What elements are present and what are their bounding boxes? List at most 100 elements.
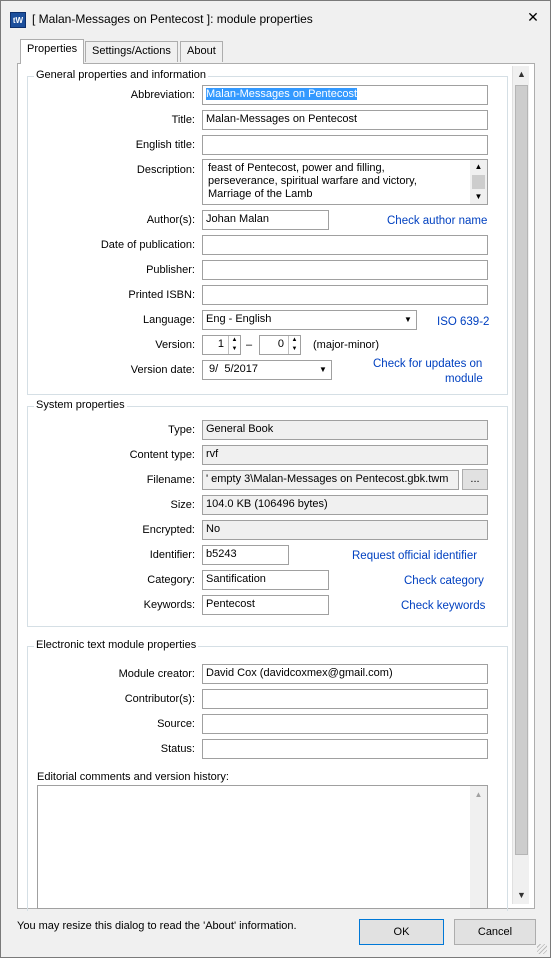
category-label: Category: xyxy=(147,574,195,586)
app-icon: tW xyxy=(10,12,26,28)
description-textarea[interactable]: feast of Pentecost, power and filling, p… xyxy=(202,159,488,205)
abbreviation-label: Abbreviation: xyxy=(130,89,195,101)
scroll-down-icon[interactable]: ▼ xyxy=(513,887,530,904)
category-input[interactable]: Santification xyxy=(202,570,329,590)
ok-button[interactable]: OK xyxy=(359,919,444,945)
description-line: perseverance, spiritual warfare and vict… xyxy=(208,175,417,187)
spin-down-icon[interactable]: ▼ xyxy=(229,345,240,354)
printed-isbn-label: Printed ISBN: xyxy=(128,289,195,301)
request-official-identifier-link[interactable]: Request official identifier xyxy=(352,550,477,562)
status-input[interactable] xyxy=(202,739,488,759)
authors-input[interactable]: Johan Malan xyxy=(202,210,329,230)
language-value: Eng - English xyxy=(206,313,272,325)
resize-grip-icon[interactable] xyxy=(537,944,547,954)
content-type-field: rvf xyxy=(202,445,488,465)
version-date-picker[interactable]: 9/ 5/2017 ▼ xyxy=(202,360,332,380)
iso-639-2-link[interactable]: ISO 639-2 xyxy=(437,316,489,328)
chevron-down-icon[interactable]: ▼ xyxy=(315,361,331,379)
chevron-down-icon[interactable]: ▼ xyxy=(400,311,416,329)
description-label: Description: xyxy=(136,164,195,176)
version-major-spin[interactable]: ▲ ▼ xyxy=(228,336,240,354)
printed-isbn-input[interactable] xyxy=(202,285,488,305)
source-input[interactable] xyxy=(202,714,488,734)
abbreviation-input[interactable]: Malan-Messages on Pentecost xyxy=(202,85,488,105)
tab-properties[interactable]: Properties xyxy=(20,39,85,64)
title-input[interactable]: Malan-Messages on Pentecost xyxy=(202,110,488,130)
check-category-link[interactable]: Check category xyxy=(404,575,484,587)
version-date-label: Version date: xyxy=(130,364,195,376)
properties-scrollbar[interactable]: ▲ ▼ xyxy=(512,66,529,904)
tab-about[interactable]: About xyxy=(180,41,223,62)
scroll-thumb[interactable] xyxy=(515,85,528,855)
close-icon[interactable]: ✕ xyxy=(525,9,541,25)
keywords-input[interactable]: Pentecost xyxy=(202,595,329,615)
english-title-label: English title: xyxy=(135,139,195,151)
version-label: Version: xyxy=(155,339,195,351)
encrypted-label: Encrypted: xyxy=(142,524,195,536)
version-minor-value: 0 xyxy=(277,338,284,350)
publisher-input[interactable] xyxy=(202,260,488,280)
abbreviation-value: Malan-Messages on Pentecost xyxy=(206,88,358,100)
spin-down-icon[interactable]: ▼ xyxy=(289,345,300,354)
size-label: Size: xyxy=(170,499,195,511)
spin-up-icon[interactable]: ▲ xyxy=(289,336,300,345)
version-major-value: 1 xyxy=(217,338,224,350)
cancel-button[interactable]: Cancel xyxy=(454,919,536,945)
date-of-publication-label: Date of publication: xyxy=(100,239,195,251)
filename-label: Filename: xyxy=(146,474,195,486)
scroll-up-icon[interactable]: ▲ xyxy=(513,66,530,83)
version-minor-spin[interactable]: ▲ ▼ xyxy=(288,336,300,354)
description-text: feast of Pentecost, power and filling, p… xyxy=(208,162,468,201)
identifier-label: Identifier: xyxy=(149,549,195,561)
module-creator-input[interactable]: David Cox (davidcoxmex@gmail.com) xyxy=(202,664,488,684)
general-group-title: General properties and information xyxy=(34,69,208,81)
description-scrollbar[interactable]: ▲ ▼ xyxy=(470,160,487,204)
version-separator: – xyxy=(246,339,253,351)
version-minor-stepper[interactable]: 0 ▲ ▼ xyxy=(259,335,301,355)
version-hint: (major-minor) xyxy=(313,339,379,351)
description-line: feast of Pentecost, power and filling, xyxy=(208,162,385,174)
title-label: Title: xyxy=(171,114,195,126)
browse-button[interactable]: ... xyxy=(462,469,488,490)
check-author-name-link[interactable]: Check author name xyxy=(387,215,487,227)
version-date-value: 9/ 5/2017 xyxy=(206,363,258,375)
scroll-down-icon[interactable]: ▼ xyxy=(470,190,487,204)
authors-label: Author(s): xyxy=(146,214,195,226)
comments-textarea[interactable]: ▲ xyxy=(37,785,488,909)
resize-hint: You may resize this dialog to read the '… xyxy=(17,920,297,932)
comments-scrollbar[interactable]: ▲ xyxy=(470,786,487,908)
description-line: Marriage of the Lamb xyxy=(208,188,313,200)
language-label: Language: xyxy=(143,314,195,326)
properties-dialog: tW [ Malan-Messages on Pentecost ]: modu… xyxy=(0,0,551,958)
system-group-title: System properties xyxy=(34,399,127,411)
version-major-stepper[interactable]: 1 ▲ ▼ xyxy=(202,335,241,355)
filename-field: ' empty 3\Malan-Messages on Pentecost.gb… xyxy=(202,470,459,490)
scroll-thumb[interactable] xyxy=(472,175,485,189)
window-title: [ Malan-Messages on Pentecost ]: module … xyxy=(32,12,313,26)
contributors-label: Contributor(s): xyxy=(124,693,195,705)
keywords-label: Keywords: xyxy=(143,599,195,611)
publisher-label: Publisher: xyxy=(146,264,195,276)
module-creator-label: Module creator: xyxy=(118,668,195,680)
english-title-input[interactable] xyxy=(202,135,488,155)
scroll-up-icon[interactable]: ▲ xyxy=(470,786,487,803)
title-bar[interactable]: tW [ Malan-Messages on Pentecost ]: modu… xyxy=(1,1,550,35)
etm-group-title: Electronic text module properties xyxy=(34,639,199,651)
identifier-input[interactable]: b5243 xyxy=(202,545,289,565)
type-field: General Book xyxy=(202,420,488,440)
spin-up-icon[interactable]: ▲ xyxy=(229,336,240,345)
scroll-up-icon[interactable]: ▲ xyxy=(470,160,487,174)
source-label: Source: xyxy=(157,718,195,730)
language-select[interactable]: Eng - English ▼ xyxy=(202,310,417,330)
date-of-publication-input[interactable] xyxy=(202,235,488,255)
comments-label: Editorial comments and version history: xyxy=(37,771,229,783)
tab-settings-actions[interactable]: Settings/Actions xyxy=(85,41,178,62)
contributors-input[interactable] xyxy=(202,689,488,709)
check-keywords-link[interactable]: Check keywords xyxy=(401,600,485,612)
encrypted-field: No xyxy=(202,520,488,540)
size-field: 104.0 KB (106496 bytes) xyxy=(202,495,488,515)
check-for-updates-link-line2[interactable]: module xyxy=(445,373,483,385)
status-label: Status: xyxy=(160,743,195,755)
type-label: Type: xyxy=(168,424,195,436)
check-for-updates-link[interactable]: Check for updates on xyxy=(373,358,482,370)
